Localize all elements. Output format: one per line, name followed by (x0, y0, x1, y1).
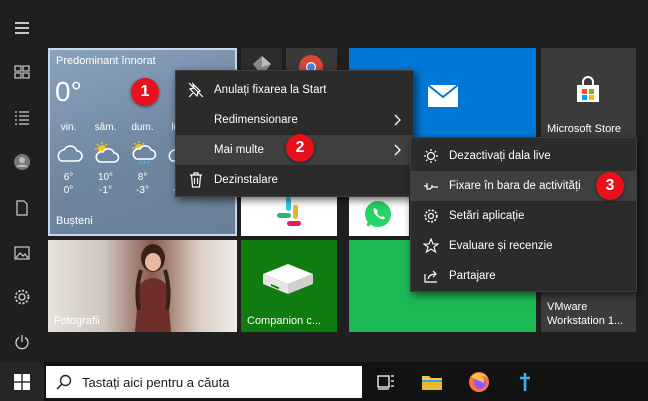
power-button[interactable] (0, 322, 44, 362)
gear-icon (14, 289, 30, 305)
menu-item-app-settings[interactable]: Setări aplicație (411, 201, 636, 231)
live-tile-icon (424, 149, 438, 163)
share-icon (424, 270, 437, 283)
tile-label: Fotografii (54, 315, 100, 327)
whatsapp-tile[interactable] (349, 193, 409, 236)
whatsapp-icon (365, 201, 391, 227)
forecast-day: dum. 8° -3° (124, 122, 161, 197)
microsoft-store-tile[interactable]: Microsoft Store (541, 48, 636, 140)
forecast-high: 8° (137, 172, 148, 183)
documents-button[interactable] (0, 188, 44, 228)
picture-icon (14, 246, 30, 260)
chevron-right-icon (394, 114, 401, 126)
list-icon (15, 111, 29, 125)
menu-item-resize[interactable]: Redimensionare (176, 105, 413, 135)
task-view-icon (377, 374, 394, 390)
settings-button[interactable] (0, 277, 44, 317)
weather-current-temp: 0° (55, 76, 82, 107)
search-placeholder: Tastați aici pentru a căuta (82, 374, 230, 390)
partly-cloudy-icon (57, 145, 83, 162)
forecast-day: vin. 6° 0° (50, 122, 87, 197)
tile-label: Companion c... (247, 315, 321, 327)
tiles-icon (14, 65, 30, 79)
all-apps-button[interactable] (0, 97, 44, 137)
user-account-button[interactable] (0, 142, 44, 182)
windows-logo-icon (14, 373, 30, 390)
menu-item-rate-review[interactable]: Evaluare și recenzie (411, 231, 636, 261)
menu-item-share[interactable]: Partajare (411, 261, 636, 291)
forecast-day-name: dum. (131, 122, 154, 133)
search-icon (56, 374, 72, 390)
step-badge: 2 (286, 134, 314, 162)
xbox-console-icon (263, 264, 313, 294)
forecast-low: -3° (136, 185, 149, 196)
hamburger-icon (15, 22, 29, 34)
pictures-button[interactable] (0, 233, 44, 273)
pin-icon (424, 183, 438, 190)
firefox-button[interactable] (457, 362, 501, 401)
firefox-icon (469, 371, 489, 392)
task-view-button[interactable] (364, 362, 408, 401)
forecast-day-name: vin. (60, 122, 77, 133)
store-bag-icon (577, 76, 599, 102)
tile-context-menu: Anulați fixarea la Start Redimensionare … (175, 70, 414, 197)
photos-tile[interactable]: Fotografii (48, 240, 237, 332)
folder-icon (422, 375, 442, 390)
tile-label: Workstation 1... (547, 315, 624, 327)
weather-city: Bușteni (56, 215, 93, 227)
chevron-right-icon (394, 144, 401, 156)
partly-sunny-icon (94, 142, 119, 163)
start-left-rail (0, 0, 44, 362)
menu-item-disable-live-tile[interactable]: Dezactivați dala live (411, 141, 636, 171)
taskbar: Tastați aici pentru a căuta (0, 362, 648, 401)
start-button[interactable] (0, 362, 44, 401)
menu-item-unpin-start[interactable]: Anulați fixarea la Start (176, 75, 413, 105)
mail-icon (427, 84, 459, 107)
forecast-high: 10° (97, 172, 114, 183)
power-icon (15, 335, 29, 350)
search-input[interactable]: Tastați aici pentru a căuta (46, 366, 362, 398)
star-icon (423, 238, 439, 254)
slack-tile[interactable] (241, 193, 337, 236)
avatar-icon (14, 154, 30, 170)
weather-condition: Predominant înnorat (56, 55, 156, 67)
trash-icon (190, 172, 202, 188)
slack-icon (277, 197, 301, 226)
tiles-view-button[interactable] (0, 52, 44, 92)
gear-icon (424, 209, 438, 223)
document-icon (16, 200, 28, 216)
forecast-low: 0° (63, 185, 74, 196)
pinned-app-button[interactable] (503, 362, 547, 401)
hamburger-menu-button[interactable] (0, 8, 44, 48)
more-submenu: Dezactivați dala live Fixare în bara de … (410, 137, 637, 292)
menu-item-uninstall[interactable]: Dezinstalare (176, 165, 413, 195)
cross-app-icon (520, 372, 530, 391)
file-explorer-button[interactable] (410, 362, 454, 401)
forecast-low: -1° (99, 185, 112, 196)
photo-thumbnail (135, 244, 171, 332)
unpin-icon (188, 82, 204, 98)
step-badge: 1 (131, 78, 159, 106)
forecast-day-name: sâm. (94, 122, 117, 133)
forecast-high: 6° (63, 172, 74, 183)
forecast-day: sâm. 10° -1° (87, 122, 124, 197)
tile-label: VMware (547, 301, 588, 313)
sun-rain-icon (131, 141, 156, 165)
companion-tile[interactable]: Companion c... (241, 240, 337, 332)
tile-label: Microsoft Store (547, 123, 621, 135)
step-badge: 3 (596, 172, 624, 200)
